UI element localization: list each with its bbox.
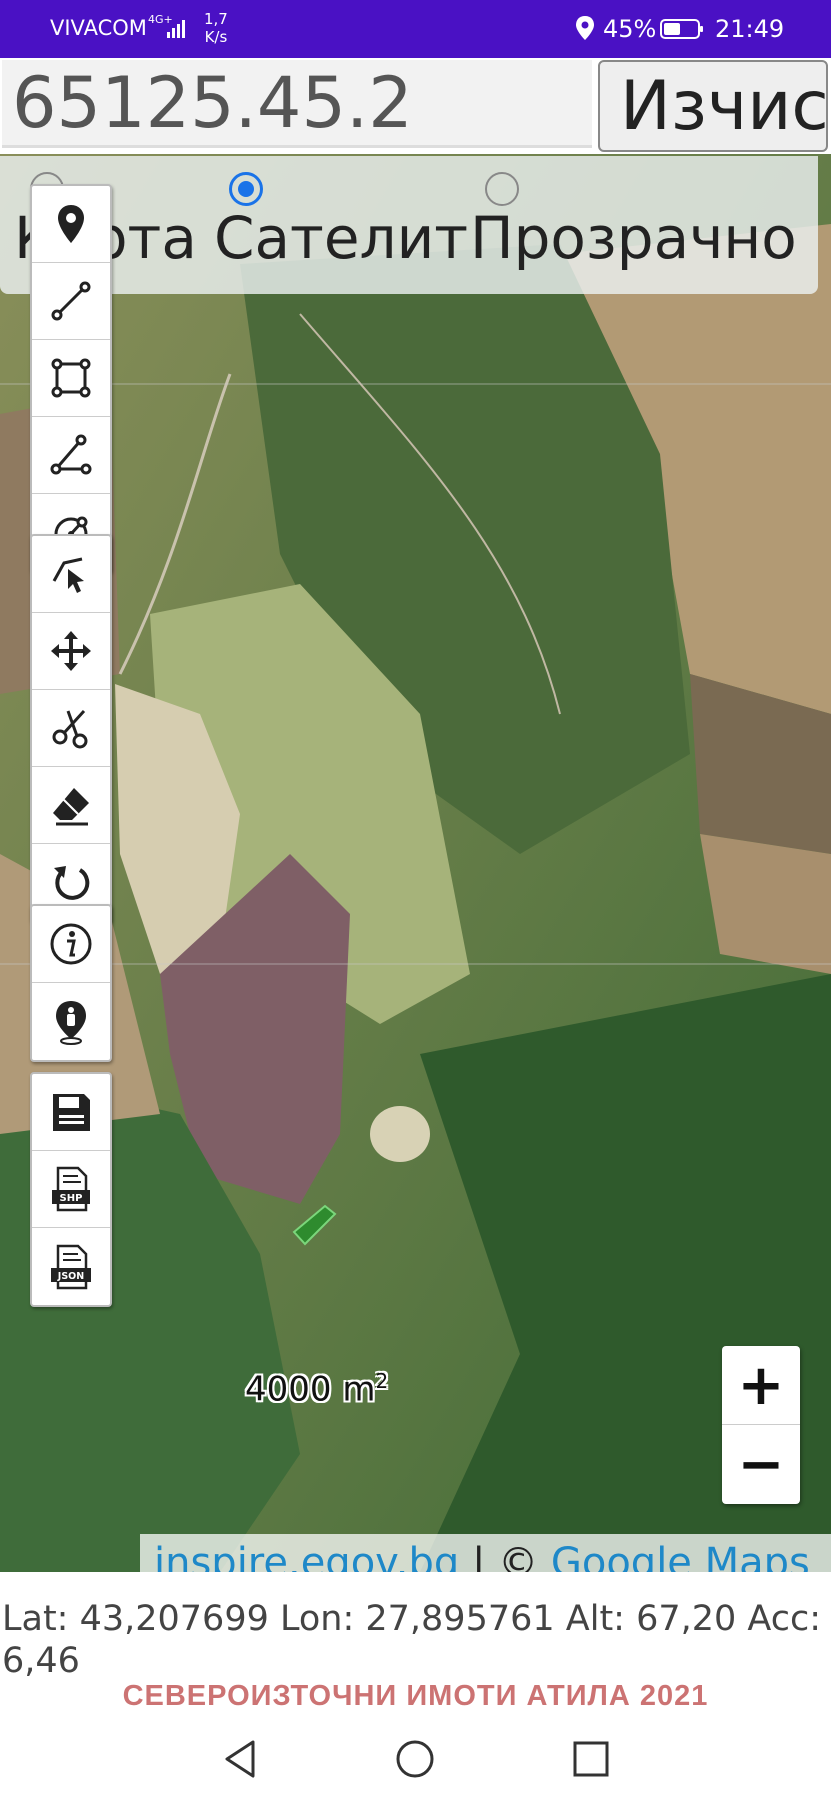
save-icon <box>53 1094 90 1131</box>
json-label: JSON <box>57 1271 84 1282</box>
back-icon[interactable] <box>215 1734 265 1784</box>
shp-label: SHP <box>60 1193 83 1204</box>
location-icon <box>576 16 594 40</box>
export-shp-button[interactable]: SHP <box>32 1151 110 1228</box>
draw-polygon-button[interactable] <box>32 340 110 417</box>
my-location-button[interactable] <box>32 983 110 1060</box>
zoom-in-button[interactable]: + <box>722 1346 800 1425</box>
map-attribution: inspire.egov.bg | © Google Maps <box>140 1534 831 1572</box>
draw-angle-button[interactable] <box>32 417 110 494</box>
shp-export-icon: SHP <box>52 1166 90 1212</box>
undo-icon <box>54 865 90 900</box>
carrier-name: VIVACOM <box>50 16 147 40</box>
satellite-map[interactable]: Карта Сателит Прозрачно <box>0 154 831 1572</box>
zoom-out-button[interactable]: − <box>722 1425 800 1504</box>
battery-icon <box>660 19 703 39</box>
info-icon <box>50 923 92 965</box>
angle-icon <box>50 434 92 475</box>
save-button[interactable] <box>32 1074 110 1151</box>
move-button[interactable] <box>32 613 110 690</box>
polygon-icon <box>51 358 91 398</box>
search-bar: Изчис <box>0 58 831 154</box>
erase-button[interactable] <box>32 767 110 844</box>
person-location-icon <box>56 1000 86 1045</box>
move-icon <box>51 631 91 671</box>
home-icon[interactable] <box>390 1734 440 1784</box>
parcel-id-input[interactable] <box>2 60 592 148</box>
radio-transparent[interactable] <box>485 172 519 206</box>
footer-brand: СЕВЕРОИЗТОЧНИ ИМОТИ АТИЛА 2021 <box>122 1680 709 1712</box>
clock: 21:49 <box>715 15 785 43</box>
export-tools: SHP JSON <box>30 1072 112 1307</box>
battery-percent: 45% <box>603 15 657 43</box>
select-icon <box>52 557 84 593</box>
zoom-controls: + − <box>722 1346 800 1504</box>
json-export-icon: JSON <box>51 1244 91 1289</box>
parcel-area-label: 4000 m2 <box>245 1369 389 1410</box>
signal-icon <box>167 20 185 38</box>
draw-tools <box>30 184 112 573</box>
satellite-imagery <box>0 154 831 1572</box>
cut-icon <box>52 709 88 749</box>
cut-button[interactable] <box>32 690 110 767</box>
line-icon <box>51 281 91 321</box>
map-type-selector: Карта Сателит Прозрачно <box>0 156 818 294</box>
info-tools <box>30 904 112 1062</box>
calculate-button[interactable]: Изчис <box>598 60 828 152</box>
radio-transparent-label[interactable]: Прозрачно <box>470 204 797 272</box>
attribution-link-inspire[interactable]: inspire.egov.bg <box>154 1540 459 1572</box>
select-vertex-button[interactable] <box>32 536 110 613</box>
marker-icon <box>58 205 84 243</box>
location-readout: Lat: 43,207699 Lon: 27,895761 Alt: 67,20… <box>0 1572 831 1692</box>
edit-tools <box>30 534 112 923</box>
eraser-icon <box>53 788 89 826</box>
recents-icon[interactable] <box>566 1734 616 1784</box>
info-button[interactable] <box>32 906 110 983</box>
attribution-link-google[interactable]: Google Maps <box>551 1540 810 1572</box>
status-bar: VIVACOM 4G+ 1,7 K/s 45% 21:49 <box>0 0 831 58</box>
system-nav-bar <box>0 1718 831 1800</box>
radio-satellite[interactable] <box>229 172 263 206</box>
network-speed: 1,7 K/s <box>204 10 228 46</box>
radio-satellite-label[interactable]: Сателит <box>214 204 468 272</box>
export-json-button[interactable]: JSON <box>32 1228 110 1305</box>
draw-line-button[interactable] <box>32 263 110 340</box>
add-marker-button[interactable] <box>32 186 110 263</box>
